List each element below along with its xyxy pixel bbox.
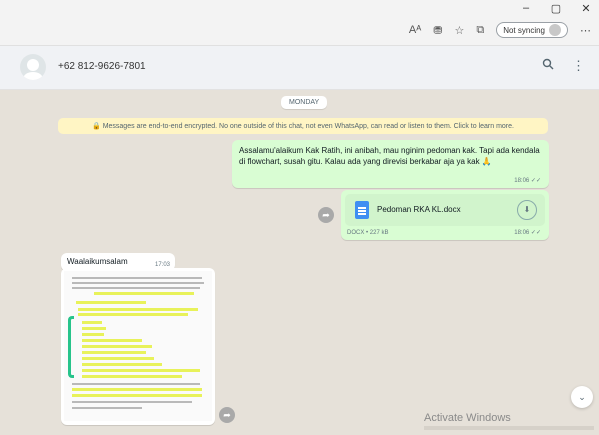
contact-avatar[interactable] <box>20 54 46 80</box>
encryption-notice[interactable]: 🔒 Messages are end-to-end encrypted. No … <box>58 118 548 134</box>
app-icon[interactable]: ⛃ <box>433 24 442 37</box>
document-attachment[interactable]: Pedoman RKA KL.docx ⬇ <box>345 194 545 226</box>
search-icon[interactable] <box>542 58 554 74</box>
activate-windows-watermark: Activate Windows <box>424 412 511 424</box>
chat-area: MONDAY 🔒 Messages are end-to-end encrypt… <box>0 90 599 435</box>
read-aloud-icon[interactable]: Aᴬ <box>409 24 421 36</box>
forward-icon[interactable]: ➦ <box>219 407 235 423</box>
collections-icon[interactable]: ⧉ <box>476 24 484 37</box>
header-actions: ⋮ <box>542 58 585 74</box>
message-time: 18:06 ✓✓ <box>514 178 541 184</box>
sync-label: Not syncing <box>503 25 545 35</box>
sync-button[interactable]: Not syncing <box>496 22 568 38</box>
window-controls: – ▢ ✕ <box>519 2 593 15</box>
incoming-image-message[interactable] <box>61 268 215 425</box>
favorites-icon[interactable]: ☆ <box>454 24 464 37</box>
chat-header: +62 812-9626-7801 ⋮ <box>0 46 599 90</box>
outgoing-message[interactable]: Assalamu'alaikum Kak Ratih, ini anibah, … <box>232 140 549 188</box>
scroll-down-button[interactable]: ⌄ <box>571 386 593 408</box>
browser-toolbar: Aᴬ ⛃ ☆ ⧉ Not syncing ⋯ <box>409 22 591 38</box>
watermark-subtext <box>424 426 594 430</box>
restore-button[interactable]: ▢ <box>549 2 563 15</box>
highlight-bracket <box>68 316 74 378</box>
contact-name[interactable]: +62 812-9626-7801 <box>58 61 146 72</box>
document-file-icon <box>355 201 369 219</box>
forward-icon[interactable]: ➦ <box>318 207 334 223</box>
more-icon[interactable]: ⋯ <box>580 24 591 37</box>
menu-icon[interactable]: ⋮ <box>572 58 585 74</box>
document-message[interactable]: Pedoman RKA KL.docx ⬇ DOCX • 227 kB 18:0… <box>341 190 549 240</box>
document-name: Pedoman RKA KL.docx <box>377 205 461 214</box>
minimize-button[interactable]: – <box>519 2 533 15</box>
message-text: Waalaikumsalam <box>67 257 128 266</box>
message-text: Assalamu'alaikum Kak Ratih, ini anibah, … <box>239 146 540 166</box>
document-photo[interactable] <box>64 271 212 421</box>
download-icon[interactable]: ⬇ <box>517 200 537 220</box>
day-label: MONDAY <box>281 96 328 109</box>
browser-top-bar: – ▢ ✕ Aᴬ ⛃ ☆ ⧉ Not syncing ⋯ <box>0 0 599 46</box>
close-window-button[interactable]: ✕ <box>579 2 593 15</box>
profile-avatar-icon <box>549 24 561 36</box>
document-meta: DOCX • 227 kB <box>347 230 389 236</box>
message-time: 18:06 ✓✓ <box>514 230 541 236</box>
